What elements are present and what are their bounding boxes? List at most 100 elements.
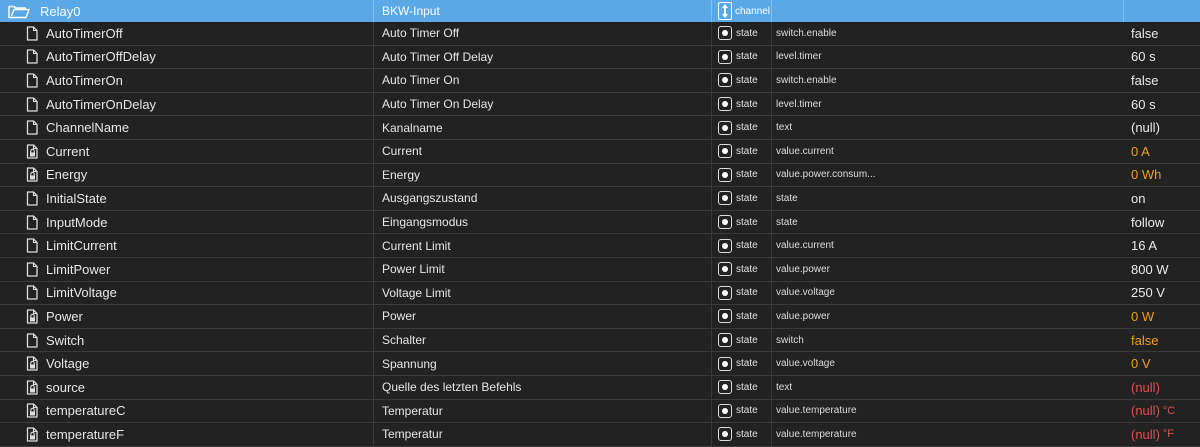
state-name-cell[interactable]: InputMode [0, 210, 374, 234]
state-title-cell: Schalter [374, 328, 712, 352]
state-role: value.current [776, 240, 834, 252]
state-row[interactable]: Switch Schalter state switch false [0, 328, 1200, 353]
state-name: InitialState [46, 190, 107, 206]
state-value-cell[interactable]: 0 A [1124, 140, 1200, 163]
state-name-cell[interactable]: AutoTimerOn [0, 69, 374, 92]
state-name-cell[interactable]: Current [0, 139, 374, 163]
state-row[interactable]: source Quelle des letzten Befehls state tex… [0, 375, 1200, 400]
state-title: Auto Timer Off Delay [382, 49, 494, 64]
state-name: InputMode [46, 214, 108, 230]
state-row[interactable]: Power Power state value.power 0 W [0, 305, 1200, 329]
state-value: 250 V [1131, 285, 1165, 301]
state-role: value.temperature [776, 428, 857, 440]
state-value-cell[interactable]: follow [1124, 211, 1200, 234]
state-value: on [1131, 190, 1146, 206]
channel-row[interactable]: Relay0 BKW-Input channel [0, 0, 1200, 22]
state-icon [718, 238, 732, 253]
state-name: Current [46, 143, 90, 159]
state-type-cell: state [712, 234, 772, 257]
state-value-cell[interactable]: false [1124, 22, 1200, 45]
state-type: state [736, 381, 758, 393]
state-value-cell[interactable]: 0 V [1124, 352, 1200, 375]
state-value: 60 s [1131, 96, 1156, 112]
state-name-cell[interactable]: Energy [0, 163, 374, 187]
state-row[interactable]: Current Current state value.current 0 A [0, 139, 1200, 164]
state-name: AutoTimerOn [46, 72, 123, 88]
state-name-cell[interactable]: Voltage [0, 352, 374, 375]
state-type-cell: state [712, 116, 772, 139]
state-value-cell[interactable]: 800 W [1124, 258, 1200, 281]
file-icon [26, 332, 38, 348]
state-value-cell[interactable]: 250 V [1124, 282, 1200, 305]
state-row[interactable]: AutoTimerOffDelay Auto Timer Off Delay sta… [0, 45, 1200, 70]
state-row[interactable]: AutoTimerOff Auto Timer Off state switch.en… [0, 22, 1200, 46]
state-icon [718, 403, 732, 418]
state-name-cell[interactable]: temperatureF [0, 423, 374, 446]
state-row[interactable]: LimitVoltage Voltage Limit state value.volt… [0, 281, 1200, 306]
state-name: Power [46, 308, 83, 324]
state-value-cell[interactable]: (null) °C [1124, 400, 1200, 423]
folder-open-icon[interactable] [8, 4, 30, 19]
state-icon [718, 356, 732, 371]
state-value-cell[interactable]: (null) [1124, 376, 1200, 399]
state-type: state [736, 405, 758, 417]
state-value-cell[interactable]: 16 A [1124, 234, 1200, 257]
state-row[interactable]: ChannelName Kanalname state text (null) [0, 116, 1200, 140]
state-row[interactable]: LimitPower Power Limit state value.power 800… [0, 257, 1200, 282]
state-type-cell: state [712, 22, 772, 45]
state-role-cell: text [772, 376, 1124, 399]
state-row[interactable]: Voltage Spannung state value.voltage 0 V [0, 352, 1200, 376]
file-readonly-icon [26, 309, 38, 324]
state-title: Energy [382, 167, 421, 182]
state-value-cell[interactable]: 0 W [1124, 305, 1200, 328]
state-title-cell: Auto Timer Off [374, 22, 712, 45]
state-name-cell[interactable]: source [0, 375, 374, 399]
state-value: 0 V [1131, 356, 1151, 372]
state-type: state [736, 287, 758, 299]
state-row[interactable]: AutoTimerOnDelay Auto Timer On Delay state… [0, 92, 1200, 117]
state-name-cell[interactable]: AutoTimerOnDelay [0, 92, 374, 116]
state-icon [718, 215, 732, 230]
channel-type: channel [735, 5, 771, 17]
state-name-cell[interactable]: ChannelName [0, 116, 374, 139]
state-name-cell[interactable]: LimitCurrent [0, 234, 374, 257]
state-name-cell[interactable]: Switch [0, 328, 374, 352]
state-value-cell[interactable]: (null) [1124, 116, 1200, 139]
state-row[interactable]: temperatureC Temperatur state value.tempera… [0, 399, 1200, 424]
state-row[interactable]: AutoTimerOn Auto Timer On state switch.enab… [0, 69, 1200, 93]
state-name: ChannelName [46, 120, 130, 136]
state-name-cell[interactable]: AutoTimerOffDelay [0, 45, 374, 69]
state-role: state [776, 216, 798, 228]
state-role: switch.enable [776, 74, 837, 86]
state-value-cell[interactable]: false [1124, 69, 1200, 92]
state-role: switch [776, 334, 804, 346]
state-icon [718, 26, 732, 41]
state-name-cell[interactable]: InitialState [0, 187, 374, 210]
state-value-cell[interactable]: false [1124, 329, 1200, 352]
state-unit: °F [1162, 428, 1175, 441]
object-tree: Relay0 BKW-Input channel AutoTimerOff Aut… [0, 0, 1200, 447]
state-name-cell[interactable]: Power [0, 305, 374, 328]
channel-name-cell[interactable]: Relay0 [0, 0, 374, 22]
state-row[interactable]: Energy Energy state value.power.consum... 0 … [0, 163, 1200, 188]
state-role-cell: value.temperature [772, 423, 1124, 446]
state-type: state [736, 216, 758, 228]
state-value-cell[interactable]: (null) °F [1124, 423, 1200, 446]
state-row[interactable]: InputMode Eingangsmodus state state follow [0, 210, 1200, 235]
state-value-cell[interactable]: 60 s [1124, 46, 1200, 69]
state-value-cell[interactable]: on [1124, 187, 1200, 210]
state-name-cell[interactable]: temperatureC [0, 399, 374, 423]
state-row[interactable]: InitialState Ausgangszustand state state on [0, 187, 1200, 211]
state-value-cell[interactable]: 60 s [1124, 93, 1200, 116]
state-type-cell: state [712, 305, 772, 328]
state-role: text [776, 122, 793, 134]
state-value-cell[interactable]: 0 Wh [1124, 164, 1200, 187]
state-type: state [736, 145, 758, 157]
state-name-cell[interactable]: LimitPower [0, 257, 374, 281]
state-row[interactable]: LimitCurrent Current Limit state value.curr… [0, 234, 1200, 258]
state-name-cell[interactable]: LimitVoltage [0, 281, 374, 305]
state-role: value.voltage [776, 287, 835, 299]
state-name-cell[interactable]: AutoTimerOff [0, 22, 374, 45]
state-role-cell: level.timer [772, 46, 1124, 69]
state-row[interactable]: temperatureF Temperatur state value.tempera… [0, 423, 1200, 447]
